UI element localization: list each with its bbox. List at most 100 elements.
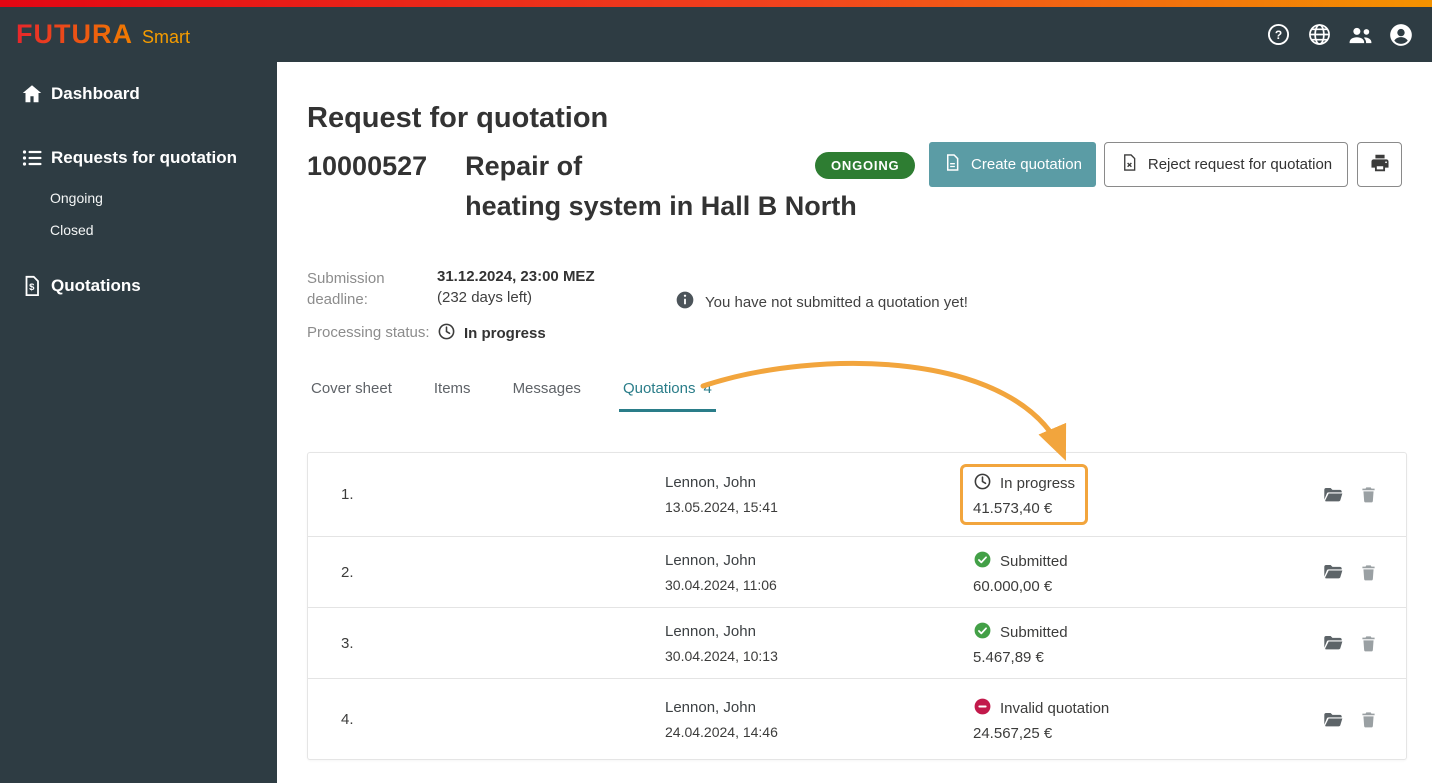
- page-title: Request for quotation: [307, 102, 609, 134]
- sidebar-item-label: Quotations: [51, 276, 141, 295]
- brand-suffix: Smart: [141, 27, 190, 47]
- quotation-document-icon: $: [20, 274, 44, 298]
- document-plus-icon: [943, 153, 962, 176]
- quotations-table: 1. Lennon, John 13.05.2024, 15:41 In pro…: [307, 452, 1407, 760]
- clock-icon: [437, 322, 456, 345]
- submission-deadline-value: 31.12.2024, 23:00 MEZ: [437, 268, 595, 285]
- quotation-amount: 41.573,40 €: [973, 500, 1053, 517]
- minus-circle-icon: [973, 697, 992, 720]
- open-folder-icon[interactable]: [1321, 709, 1345, 731]
- info-note: You have not submitted a quotation yet!: [675, 290, 968, 314]
- brand-color-strip: [0, 0, 1432, 7]
- open-folder-icon[interactable]: [1321, 632, 1345, 654]
- delete-icon[interactable]: [1359, 709, 1378, 730]
- clock-icon: [973, 472, 992, 495]
- check-circle-icon: [973, 550, 992, 573]
- sidebar: Dashboard Requests for quotation Ongoing…: [0, 62, 277, 783]
- quotation-status: Submitted: [1000, 552, 1068, 570]
- quotation-date: 30.04.2024, 10:13: [665, 647, 778, 664]
- sidebar-item-dashboard[interactable]: Dashboard: [0, 70, 277, 118]
- tab-quotations-label: Quotations: [622, 380, 696, 397]
- tab-cover-sheet[interactable]: Cover sheet: [307, 370, 396, 412]
- quotation-status: In progress: [1000, 475, 1076, 492]
- quotation-amount: 60.000,00 €: [973, 577, 1053, 595]
- processing-status-row: Processing status: In progress: [307, 322, 687, 345]
- quotation-person: Lennon, John 24.04.2024, 14:46: [665, 699, 973, 740]
- quotation-author: Lennon, John: [665, 551, 756, 569]
- tab-items[interactable]: Items: [430, 370, 475, 412]
- document-x-icon: [1120, 153, 1139, 176]
- quotation-actions: [1321, 561, 1378, 583]
- reject-request-label: Reject request for quotation: [1147, 156, 1333, 173]
- quotation-person: Lennon, John 30.04.2024, 10:13: [665, 623, 973, 664]
- tab-quotations[interactable]: Quotations 4: [618, 370, 716, 412]
- list-icon: [20, 146, 44, 170]
- days-left-note: (232 days left): [437, 289, 533, 306]
- account-icon[interactable]: [1386, 20, 1416, 50]
- quotation-status-cell: In progress 41.573,40 €: [960, 464, 1233, 525]
- meta-block: Submission deadline: 31.12.2024, 23:00 M…: [307, 268, 687, 357]
- quotation-date: 24.04.2024, 14:46: [665, 724, 778, 740]
- processing-status-value: In progress: [464, 325, 546, 342]
- quotation-index: 2.: [341, 563, 354, 581]
- quotation-status: Invalid quotation: [1000, 700, 1110, 717]
- info-icon: [675, 290, 695, 314]
- check-circle-icon: [973, 621, 992, 644]
- main-content: Request for quotation 10000527 Repair of…: [277, 62, 1432, 783]
- header-icons: ?: [1263, 20, 1416, 50]
- quotation-index: 3.: [341, 634, 354, 652]
- user-group-icon[interactable]: [1345, 20, 1375, 50]
- svg-text:$: $: [29, 282, 35, 293]
- processing-status-label: Processing status:: [307, 324, 430, 341]
- quotation-actions: [1321, 709, 1378, 731]
- quotation-author: Lennon, John: [665, 622, 756, 640]
- open-folder-icon[interactable]: [1321, 561, 1345, 583]
- quotation-row-4: 4. Lennon, John 24.04.2024, 14:46 Invali…: [308, 679, 1406, 760]
- create-quotation-button[interactable]: Create quotation: [929, 142, 1096, 187]
- rfq-subject: Repair of heating system in Hall B North: [465, 151, 857, 221]
- language-globe-icon[interactable]: [1304, 20, 1334, 50]
- quotation-row-1: 1. Lennon, John 13.05.2024, 15:41 In pro…: [308, 453, 1406, 537]
- quotation-index: 1.: [341, 486, 354, 503]
- sidebar-item-quotations[interactable]: $ Quotations: [0, 262, 277, 310]
- quotation-status-cell: Submitted 5.467,89 €: [973, 613, 1233, 674]
- print-button[interactable]: [1357, 142, 1402, 187]
- svg-text:?: ?: [1274, 28, 1281, 42]
- tab-messages[interactable]: Messages: [509, 370, 585, 412]
- quotation-status-cell: Invalid quotation 24.567,25 €: [973, 689, 1233, 750]
- rfq-number: 10000527: [307, 151, 428, 181]
- quotation-author: Lennon, John: [665, 474, 756, 491]
- submission-deadline-label: Submission deadline:: [307, 270, 385, 308]
- tab-quotations-count: 4: [703, 380, 712, 397]
- delete-icon[interactable]: [1359, 484, 1378, 505]
- sidebar-item-label: Dashboard: [51, 84, 140, 103]
- sidebar-item-label: Requests for quotation: [51, 148, 238, 167]
- quotation-status: Submitted: [1000, 623, 1068, 641]
- quotation-author: Lennon, John: [665, 699, 756, 716]
- sidebar-item-ongoing[interactable]: Ongoing: [0, 182, 277, 214]
- sidebar-item-requests[interactable]: Requests for quotation: [0, 134, 277, 182]
- quotation-actions: [1321, 632, 1378, 654]
- quotation-status-cell: Submitted 60.000,00 €: [973, 542, 1233, 603]
- quotation-date: 13.05.2024, 15:41: [665, 499, 778, 515]
- quotation-amount: 5.467,89 €: [973, 648, 1044, 666]
- tab-bar: Cover sheet Items Messages Quotations 4: [307, 370, 716, 412]
- help-icon[interactable]: ?: [1263, 20, 1293, 50]
- quotation-row-3: 3. Lennon, John 30.04.2024, 10:13 Submit…: [308, 608, 1406, 679]
- printer-icon: [1369, 152, 1391, 178]
- annotation-highlight-box: In progress 41.573,40 €: [960, 464, 1089, 525]
- delete-icon[interactable]: [1359, 562, 1378, 583]
- quotation-person: Lennon, John 30.04.2024, 11:06: [665, 552, 973, 593]
- quotation-row-2: 2. Lennon, John 30.04.2024, 11:06 Submit…: [308, 537, 1406, 608]
- app-logo: FUTURA Smart: [16, 19, 190, 50]
- quotation-person: Lennon, John 13.05.2024, 15:41: [665, 474, 973, 515]
- open-folder-icon[interactable]: [1321, 484, 1345, 506]
- reject-request-button[interactable]: Reject request for quotation: [1104, 142, 1348, 187]
- status-badge: ONGOING: [815, 152, 916, 179]
- info-note-text: You have not submitted a quotation yet!: [705, 293, 968, 311]
- sidebar-item-closed[interactable]: Closed: [0, 214, 277, 246]
- delete-icon[interactable]: [1359, 633, 1378, 654]
- brand-name: FUTURA: [16, 19, 133, 49]
- quotation-actions: [1321, 484, 1378, 506]
- submission-deadline-row: Submission deadline: 31.12.2024, 23:00 M…: [307, 268, 687, 310]
